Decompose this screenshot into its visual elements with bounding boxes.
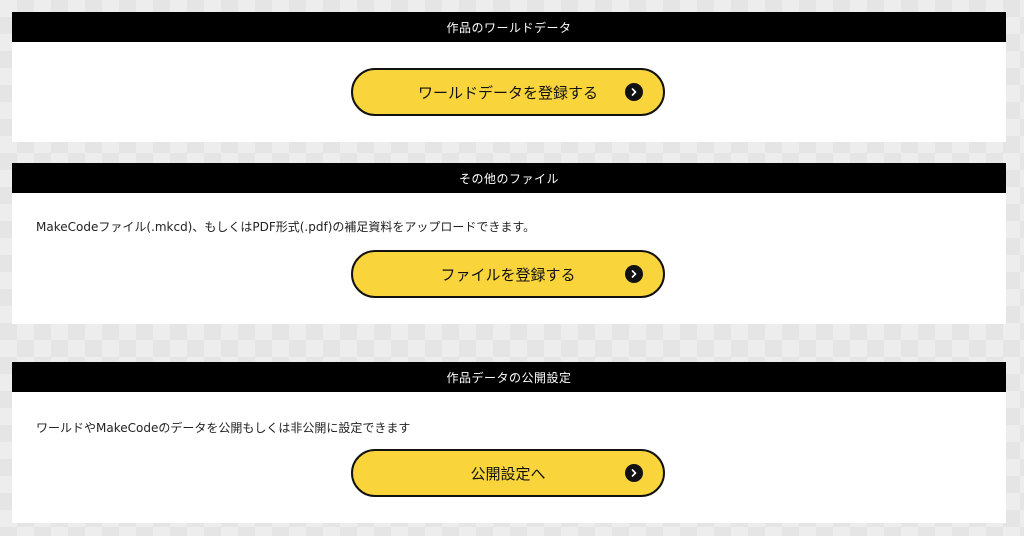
publish-settings-button[interactable]: 公開設定へ xyxy=(351,449,665,497)
other-files-header: その他のファイル xyxy=(12,163,1006,193)
publish-settings-header: 作品データの公開設定 xyxy=(12,362,1006,392)
world-data-panel: 作品のワールドデータ ワールドデータを登録する xyxy=(12,12,1006,142)
other-files-panel: その他のファイル MakeCodeファイル(.mkcd)、もしくはPDF形式(.… xyxy=(12,163,1006,324)
chevron-right-circle-icon xyxy=(625,464,643,482)
register-world-data-label: ワールドデータを登録する xyxy=(417,83,598,102)
register-world-data-button[interactable]: ワールドデータを登録する xyxy=(351,68,665,116)
publish-settings-panel: 作品データの公開設定 ワールドやMakeCodeのデータを公開もしくは非公開に設… xyxy=(12,362,1006,523)
register-file-button[interactable]: ファイルを登録する xyxy=(351,250,665,298)
world-data-header: 作品のワールドデータ xyxy=(12,12,1006,42)
publish-settings-label: 公開設定へ xyxy=(470,464,546,483)
register-file-label: ファイルを登録する xyxy=(440,265,576,284)
publish-settings-description: ワールドやMakeCodeのデータを公開もしくは非公開に設定できます xyxy=(36,421,411,435)
other-files-description: MakeCodeファイル(.mkcd)、もしくはPDF形式(.pdf)の補足資料… xyxy=(36,220,536,234)
chevron-right-circle-icon xyxy=(625,83,643,101)
chevron-right-circle-icon xyxy=(625,265,643,283)
